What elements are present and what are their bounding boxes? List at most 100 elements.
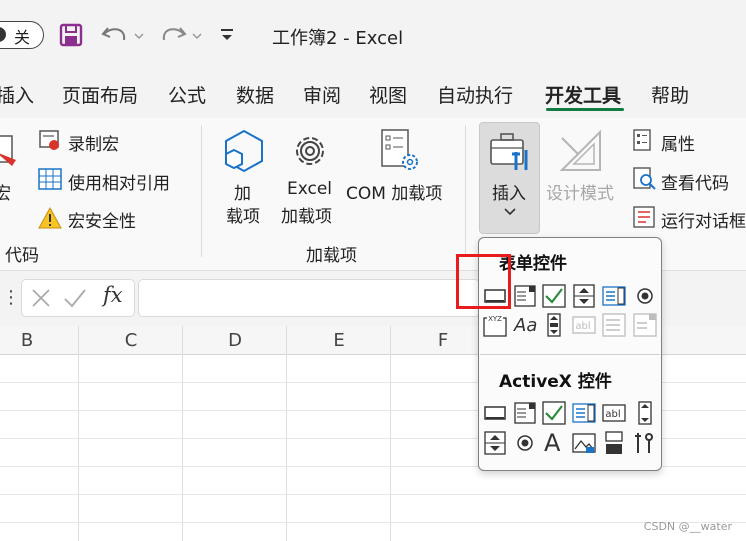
activex-label-icon[interactable]: A: [544, 429, 560, 457]
design-mode-icon: [559, 129, 601, 171]
autosave-toggle[interactable]: 关: [0, 21, 44, 49]
column-header-d[interactable]: D: [220, 330, 250, 351]
svg-text:abl: abl: [575, 321, 590, 332]
form-option-button-icon[interactable]: [633, 284, 657, 308]
record-macro-icon[interactable]: [38, 128, 62, 152]
activex-image-icon[interactable]: [572, 431, 596, 455]
autosave-state: 关: [14, 28, 31, 47]
view-code-label[interactable]: 查看代码: [661, 169, 729, 194]
tab-page-layout[interactable]: 页面布局: [62, 81, 138, 108]
column-header-b[interactable]: B: [12, 330, 42, 351]
relative-reference-icon[interactable]: [38, 168, 62, 190]
active-tab-indicator: [546, 108, 624, 111]
grid-line: [0, 438, 478, 439]
com-addins-label[interactable]: COM 加载项: [346, 179, 442, 204]
run-dialog-icon[interactable]: [632, 205, 656, 229]
form-combo-box-icon[interactable]: [513, 284, 537, 308]
grid-line: [662, 466, 746, 467]
tab-help[interactable]: 帮助: [651, 81, 689, 108]
ribbon-separator: [465, 125, 466, 257]
chevron-down-icon: [504, 208, 516, 216]
insert-function-button[interactable]: fx: [103, 283, 123, 307]
more-controls-icon[interactable]: [633, 431, 657, 455]
column-header-e[interactable]: E: [324, 330, 354, 351]
activex-controls-title: ActiveX 控件: [499, 372, 612, 392]
svg-text:abl: abl: [605, 409, 620, 420]
activex-checkbox-icon[interactable]: [542, 401, 566, 425]
form-text-field-icon: abl: [572, 316, 596, 334]
addins-label-line2[interactable]: 载项: [226, 202, 260, 227]
tab-review[interactable]: 审阅: [303, 81, 341, 108]
redo-icon[interactable]: [158, 22, 204, 48]
activex-list-box-icon[interactable]: [572, 401, 596, 425]
ribbon-separator: [201, 125, 202, 257]
window-title: 工作簿2 - Excel: [272, 28, 404, 49]
column-header-f[interactable]: F: [428, 330, 458, 351]
activex-combo-box-icon[interactable]: [513, 401, 537, 425]
enter-check-icon[interactable]: [63, 287, 87, 309]
macros-label[interactable]: 宏: [0, 179, 11, 204]
properties-label[interactable]: 属性: [661, 130, 695, 155]
excel-addins-label-line1[interactable]: Excel: [287, 179, 332, 199]
design-mode-label: 设计模式: [546, 184, 614, 204]
grid-line: [390, 326, 391, 541]
cancel-icon[interactable]: [30, 287, 52, 309]
addins-group-label: 加载项: [306, 246, 357, 266]
form-label-icon[interactable]: Aa: [514, 315, 537, 336]
tab-data[interactable]: 数据: [236, 81, 274, 108]
tab-formulas[interactable]: 公式: [168, 81, 206, 108]
addins-label-line1[interactable]: 加: [234, 179, 251, 204]
dropdown-divider: [480, 354, 660, 355]
com-addins-icon[interactable]: [378, 128, 422, 174]
grid-line: [78, 326, 79, 541]
activex-button-icon[interactable]: [483, 401, 507, 425]
grid-line: [286, 326, 287, 541]
activex-scroll-bar-icon[interactable]: [633, 401, 657, 425]
relative-reference-label[interactable]: 使用相对引用: [68, 169, 170, 194]
form-list-box-icon[interactable]: [602, 284, 626, 308]
tab-automate[interactable]: 自动执行: [437, 81, 513, 108]
highlight-box: [456, 254, 511, 309]
macros-icon[interactable]: [0, 132, 22, 174]
form-combo-list-icon: [602, 313, 626, 337]
activex-option-button-icon[interactable]: [513, 431, 537, 455]
toolbox-icon: [490, 133, 528, 170]
activex-text-box-icon[interactable]: abl: [602, 401, 626, 425]
gear-icon[interactable]: [288, 128, 332, 174]
customize-qat-icon[interactable]: [218, 26, 238, 46]
grid-line: [662, 382, 746, 383]
grid-line: [662, 410, 746, 411]
properties-icon[interactable]: [632, 128, 654, 152]
tab-view[interactable]: 视图: [369, 81, 407, 108]
save-icon[interactable]: [58, 22, 84, 48]
toggle-knob: [0, 27, 6, 42]
grid-line: [0, 494, 746, 495]
form-scroll-bar-icon[interactable]: [542, 313, 566, 337]
tab-insert[interactable]: 插入: [0, 81, 34, 108]
code-group-label: 代码: [5, 246, 39, 266]
activex-spin-button-icon[interactable]: [483, 431, 507, 455]
record-macro-label[interactable]: 录制宏: [68, 130, 119, 155]
excel-addins-label-line2[interactable]: 加载项: [281, 202, 332, 227]
addins-icon[interactable]: [222, 128, 266, 174]
activex-toggle-button-icon[interactable]: [602, 431, 626, 455]
group-box-caption: XYZ: [488, 315, 502, 323]
form-combo-dropdown-icon: [633, 313, 657, 337]
more-dots-icon: ⋮: [2, 287, 20, 308]
insert-label: 插入: [492, 184, 526, 204]
tab-developer[interactable]: 开发工具: [545, 81, 621, 108]
run-dialog-label[interactable]: 运行对话框: [661, 207, 746, 232]
macro-security-label[interactable]: 宏安全性: [68, 207, 136, 232]
form-checkbox-icon[interactable]: [542, 284, 566, 308]
form-group-box-icon[interactable]: XYZ: [483, 313, 507, 337]
undo-icon[interactable]: [100, 22, 146, 48]
grid-line: [0, 522, 746, 523]
grid-line: [662, 438, 746, 439]
formula-input[interactable]: [138, 279, 480, 317]
grid-line: [0, 410, 478, 411]
watermark: CSDN @__water: [643, 520, 732, 533]
form-spin-button-icon[interactable]: [572, 284, 596, 308]
column-header-c[interactable]: C: [116, 330, 146, 351]
warning-icon[interactable]: [38, 206, 62, 230]
view-code-icon[interactable]: [632, 166, 656, 190]
